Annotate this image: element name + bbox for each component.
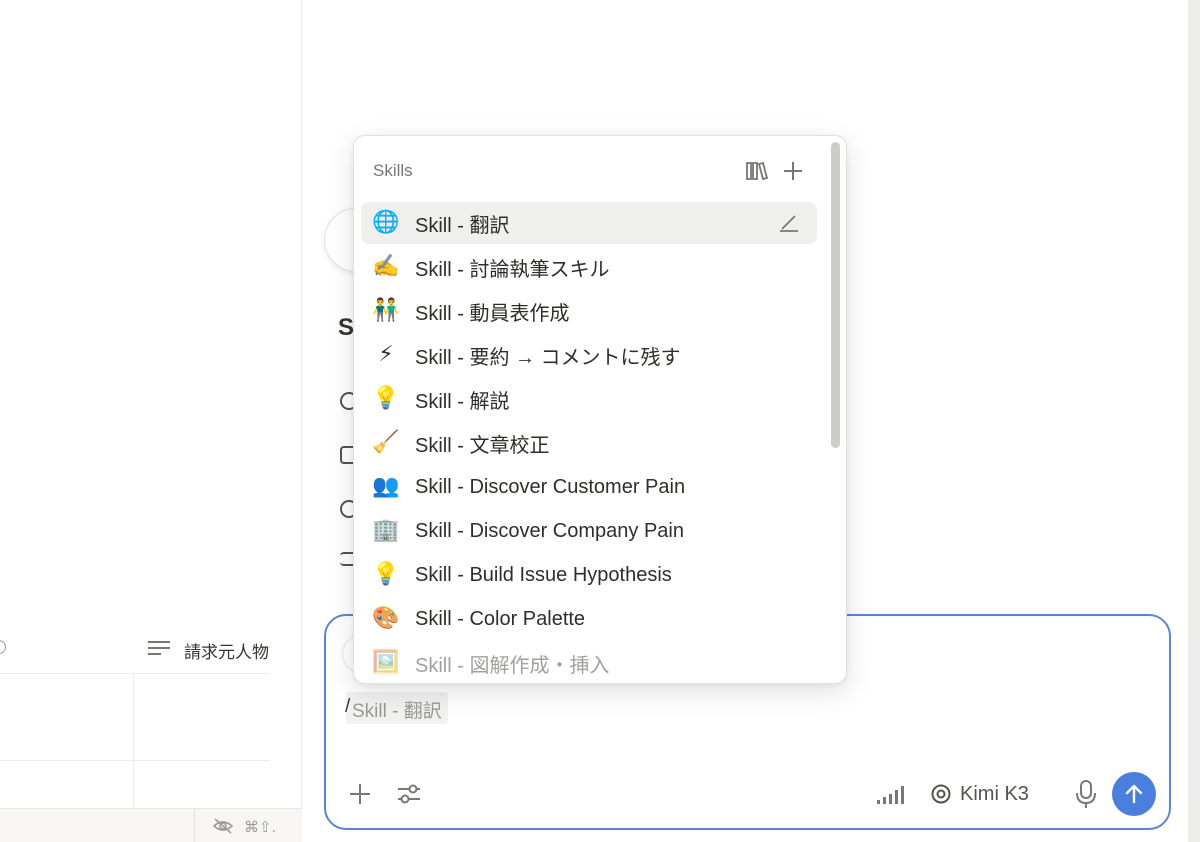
eye-off-icon[interactable] [212, 818, 234, 834]
skills-scrollbar[interactable] [831, 142, 840, 448]
table-header: 請求元人物 [0, 632, 270, 674]
users-icon: 👥 [372, 474, 400, 499]
skill-item[interactable]: 🌐 Skill - 翻訳 [361, 202, 817, 244]
skill-label: Skill - 解説 [415, 390, 510, 413]
lightbulb-icon: 💡 [372, 562, 400, 587]
skill-item[interactable]: 🏢 Skill - Discover Company Pain [361, 510, 817, 552]
right-scroll-gutter [1188, 0, 1200, 842]
library-icon [746, 161, 769, 181]
send-button[interactable] [1112, 772, 1156, 816]
microphone-icon [1076, 780, 1096, 808]
skill-label: Skill - 討論執筆スキル [415, 258, 610, 281]
database-pane: 請求元人物 ⌘⇧. [0, 0, 302, 842]
skills-menu-title: Skills [373, 161, 413, 180]
table-column-divider [133, 674, 134, 808]
skill-item[interactable]: 🖼️ Skill - 図解作成・挿入 [361, 642, 817, 683]
add-attachment-button[interactable] [346, 780, 374, 808]
skill-item[interactable]: 💡 Skill - Build Issue Hypothesis [361, 554, 817, 596]
text-property-icon [148, 641, 170, 655]
model-target-icon [931, 784, 951, 804]
status-bar: ⌘⇧. [0, 808, 302, 842]
skill-label: Skill - Color Palette [415, 607, 586, 630]
voice-input-button[interactable] [1072, 778, 1100, 810]
table-row[interactable] [0, 761, 270, 808]
palette-icon: 🎨 [372, 606, 400, 631]
model-name: Kimi K3 [960, 782, 1029, 805]
people-icon: 👬 [372, 298, 400, 323]
skill-item[interactable]: 🧹 Skill - 文章校正 [361, 422, 817, 464]
column-header-label[interactable]: 請求元人物 [184, 638, 270, 663]
table-row[interactable] [0, 674, 270, 761]
skill-label: Skill - 動員表作成 [415, 302, 570, 325]
skill-item[interactable]: 💡 Skill - 解説 [361, 378, 817, 420]
skill-label: Skill - 図解作成・挿入 [415, 654, 610, 677]
inline-suggestion: Skill - 翻訳 [346, 692, 448, 724]
model-selector-button[interactable]: Kimi K3 [930, 778, 1029, 810]
skill-label: Skill - 文章校正 [415, 434, 550, 457]
typed-text[interactable]: / [345, 696, 350, 718]
skill-item[interactable]: ✍️ Skill - 討論執筆スキル [361, 246, 817, 288]
edit-icon [780, 215, 798, 232]
plus-icon [350, 784, 370, 804]
skill-item[interactable]: 👥 Skill - Discover Customer Pain [361, 466, 817, 508]
skill-item[interactable]: 👬 Skill - 動員表作成 [361, 290, 817, 332]
skills-menu: Skills 🌐 Skill - 翻訳 ✍️ Skill - 討論執筆スキル 👬… [353, 135, 847, 684]
lightning-icon: ⚡ [378, 342, 394, 367]
add-skill-button[interactable] [780, 158, 806, 184]
skill-label: Skill - 翻訳 [415, 214, 510, 237]
skill-item[interactable]: 🎨 Skill - Color Palette [361, 598, 817, 640]
office-building-icon: 🏢 [372, 518, 400, 543]
skill-label: Skill - Discover Customer Pain [415, 475, 686, 498]
skills-library-button[interactable] [744, 158, 770, 184]
arrow-up-icon [1125, 784, 1143, 804]
shortcut-hint: ⌘⇧. [244, 819, 276, 836]
home-heading: S [338, 314, 355, 341]
skill-item[interactable]: ⚡ Skill - 要約 → コメントに残す [361, 334, 817, 376]
tools-button[interactable] [394, 780, 424, 808]
globe-icon: 🌐 [372, 210, 400, 235]
edit-skill-button[interactable] [777, 212, 801, 234]
skill-label: Skill - 要約 → コメントに残す [415, 346, 681, 369]
property-icon [0, 640, 6, 654]
divider [194, 809, 195, 842]
signal-icon[interactable] [876, 784, 908, 804]
plus-icon [784, 162, 802, 180]
skill-label: Skill - Build Issue Hypothesis [415, 563, 672, 586]
skills-menu-header: Skills [354, 136, 846, 200]
skill-label: Skill - Discover Company Pain [415, 519, 684, 542]
writing-hand-icon: ✍️ [372, 254, 400, 279]
framed-picture-icon: 🖼️ [372, 650, 400, 675]
settings-sliders-icon [398, 784, 420, 804]
lightbulb-icon: 💡 [372, 386, 400, 411]
broom-icon: 🧹 [372, 430, 400, 455]
